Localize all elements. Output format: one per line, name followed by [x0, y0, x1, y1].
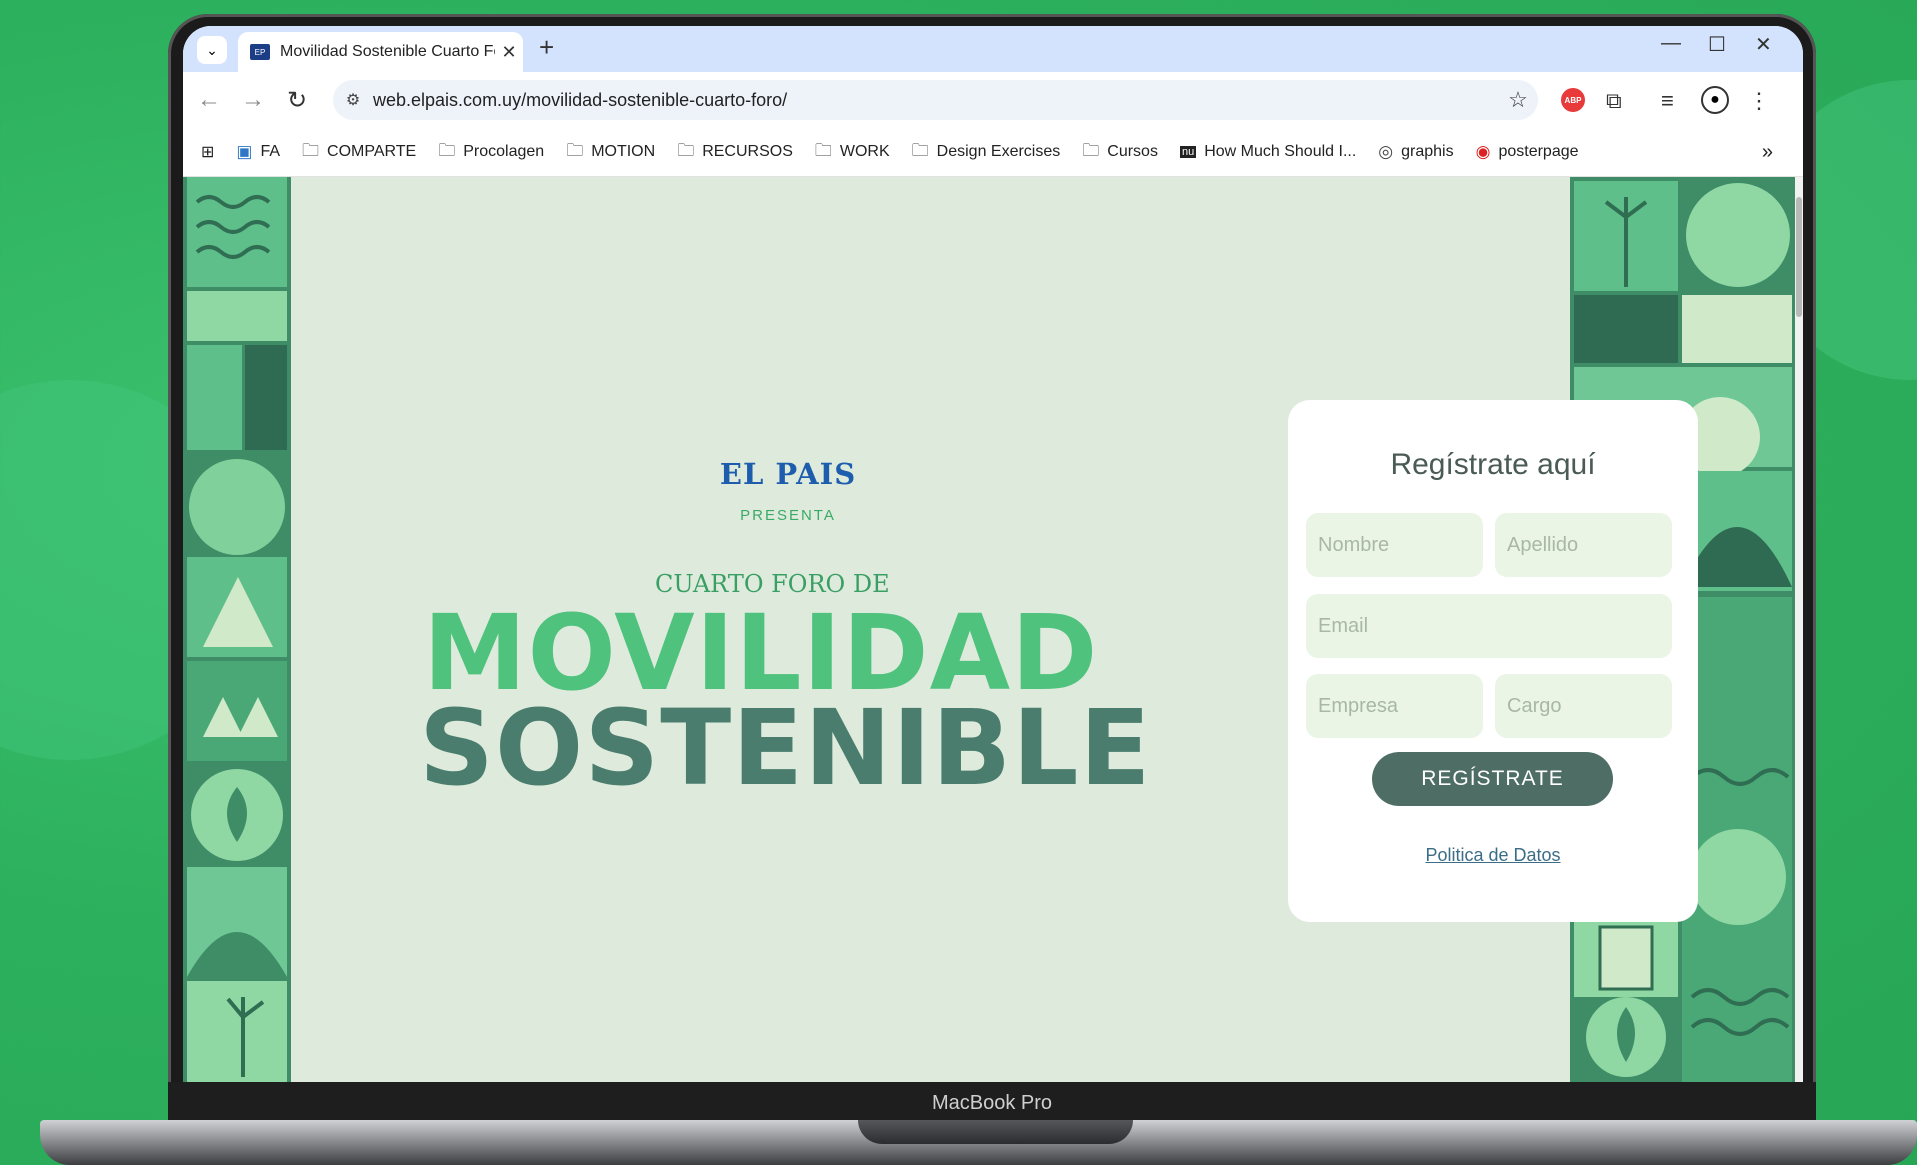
- bookmark-folder-design-exercises[interactable]: 🗀 Design Exercises: [912, 138, 1061, 167]
- bookmark-folder-recursos[interactable]: 🗀 RECURSOS: [677, 138, 793, 167]
- back-icon[interactable]: ←: [197, 86, 221, 114]
- forward-icon[interactable]: →: [241, 86, 265, 114]
- bookmark-label: COMPARTE: [327, 143, 417, 160]
- address-bar[interactable]: ⚙ web.elpais.com.uy/movilidad-sostenible…: [333, 80, 1538, 120]
- new-tab-icon[interactable]: +: [539, 32, 554, 63]
- decorative-pattern-left: [183, 177, 291, 1084]
- tab-bar: ⌄ EP Movilidad Sostenible Cuarto Fo ✕ + …: [183, 26, 1803, 72]
- bookmark-label: Procolagen: [463, 143, 545, 160]
- logo-line-sostenible: SOSTENIBLE: [419, 687, 1152, 809]
- bookmark-label: RECURSOS: [702, 143, 793, 160]
- empresa-field[interactable]: [1306, 674, 1483, 738]
- bookmark-folder-motion[interactable]: 🗀 MOTION: [566, 138, 655, 167]
- bookmark-label: Cursos: [1107, 143, 1158, 160]
- bookmark-graphis[interactable]: ◎ graphis: [1378, 142, 1453, 162]
- chevron-down-icon: ⌄: [206, 41, 218, 58]
- reading-list-icon[interactable]: ≡: [1661, 88, 1674, 114]
- bookmark-fa[interactable]: ▣ FA: [236, 142, 280, 162]
- graphis-favicon-icon: ◎: [1378, 142, 1394, 161]
- tab-title: Movilidad Sostenible Cuarto Fo: [280, 43, 495, 60]
- register-button[interactable]: REGÍSTRATE: [1372, 752, 1613, 806]
- site-settings-icon[interactable]: ⚙: [333, 90, 373, 110]
- nombre-field[interactable]: [1306, 513, 1483, 577]
- extensions-puzzle-icon[interactable]: ⧉: [1606, 88, 1622, 114]
- tab-search-button[interactable]: ⌄: [197, 36, 227, 64]
- email-field[interactable]: [1306, 594, 1672, 658]
- folder-icon: 🗀: [677, 140, 695, 160]
- menu-kebab-icon[interactable]: ⋮: [1748, 88, 1770, 114]
- bookmark-label: posterpage: [1498, 143, 1579, 160]
- privacy-policy-link[interactable]: Politica de Datos: [1288, 845, 1698, 866]
- bookmark-folder-cursos[interactable]: 🗀 Cursos: [1082, 138, 1158, 167]
- laptop-notch: [858, 1120, 1133, 1144]
- bookmark-label: How Much Should I...: [1204, 143, 1357, 160]
- bookmark-posterpage[interactable]: ◉ posterpage: [1476, 142, 1579, 162]
- bookmark-label: FA: [260, 143, 281, 160]
- bookmark-label: WORK: [839, 143, 890, 160]
- page-scrollbar[interactable]: [1795, 177, 1803, 1084]
- profile-avatar-icon[interactable]: ●: [1701, 86, 1729, 114]
- laptop-bezel-label: MacBook Pro: [168, 1082, 1816, 1124]
- bookmarks-bar: ⊞ ▣ FA 🗀 COMPARTE 🗀 Procolagen 🗀 MOTION 🗀 REC…: [183, 128, 1803, 177]
- bookmark-label: graphis: [1401, 143, 1454, 160]
- reload-icon[interactable]: ↻: [287, 86, 307, 115]
- maximize-icon[interactable]: ☐: [1708, 32, 1726, 57]
- folder-icon: 🗀: [911, 140, 929, 160]
- url-text[interactable]: web.elpais.com.uy/movilidad-sostenible-c…: [373, 90, 1498, 111]
- minimize-icon[interactable]: —: [1661, 32, 1681, 55]
- fa-favicon-icon: ▣: [236, 142, 253, 161]
- scroll-thumb[interactable]: [1796, 197, 1802, 317]
- form-title: Regístrate aquí: [1390, 448, 1596, 481]
- bookmark-star-icon[interactable]: ☆: [1498, 87, 1538, 113]
- browser-toolbar: ← → ↻ ⚙ web.elpais.com.uy/movilidad-sost…: [183, 72, 1803, 128]
- active-tab[interactable]: EP Movilidad Sostenible Cuarto Fo ✕: [238, 32, 523, 72]
- cargo-field[interactable]: [1495, 674, 1672, 738]
- close-window-icon[interactable]: ✕: [1755, 32, 1772, 57]
- folder-icon: 🗀: [814, 140, 832, 160]
- apellido-field[interactable]: [1495, 513, 1672, 577]
- folder-icon: 🗀: [438, 140, 456, 160]
- folder-icon: 🗀: [566, 140, 584, 160]
- bookmark-folder-procolagen[interactable]: 🗀 Procolagen: [438, 138, 544, 167]
- bookmark-folder-comparte[interactable]: 🗀 COMPARTE: [302, 138, 416, 167]
- bookmark-label: MOTION: [591, 143, 656, 160]
- elpais-favicon-icon: EP: [250, 44, 270, 60]
- more-bookmarks-icon[interactable]: »: [1762, 141, 1773, 164]
- brand-logo: EL PAIS: [719, 457, 857, 491]
- apps-grid-icon[interactable]: ⊞: [201, 142, 214, 162]
- laptop-screen: ⌄ EP Movilidad Sostenible Cuarto Fo ✕ + …: [183, 26, 1803, 1084]
- bookmark-how-much[interactable]: nu How Much Should I...: [1179, 143, 1357, 161]
- posterpage-favicon-icon: ◉: [1475, 142, 1491, 161]
- bookmark-label: Design Exercises: [936, 143, 1061, 160]
- folder-icon: 🗀: [1082, 140, 1100, 160]
- tab-close-icon[interactable]: ✕: [495, 42, 523, 63]
- folder-icon: 🗀: [302, 140, 320, 160]
- nu-favicon-icon: nu: [1179, 146, 1197, 158]
- bookmark-folder-work[interactable]: 🗀 WORK: [815, 138, 890, 167]
- adblock-extension-icon[interactable]: ABP: [1561, 88, 1585, 112]
- presenta-label: PRESENTA: [740, 507, 836, 524]
- registration-card: Regístrate aquí REGÍSTRATE Politica de D…: [1288, 400, 1698, 922]
- page-content: EL PAIS PRESENTA CUARTO FORO DE MOVILIDA…: [183, 177, 1803, 1084]
